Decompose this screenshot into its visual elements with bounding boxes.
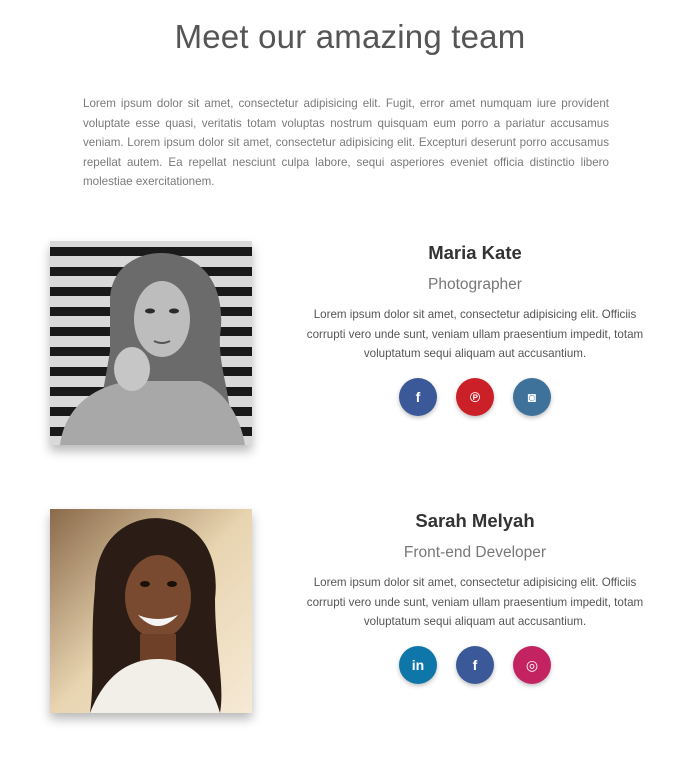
member-info: Maria Kate Photographer Lorem ipsum dolo… <box>300 241 650 416</box>
portrait-image <box>50 241 252 445</box>
facebook-button[interactable]: f <box>456 645 494 684</box>
member-photo <box>50 241 252 445</box>
dribbble-button[interactable]: ◎ <box>513 645 551 684</box>
linkedin-button[interactable]: in <box>399 645 437 684</box>
portrait-image <box>50 509 252 713</box>
member-bio: Lorem ipsum dolor sit amet, consectetur … <box>306 308 644 361</box>
member-photo <box>50 509 252 713</box>
facebook-icon: f <box>415 388 421 405</box>
intro-text: Lorem ipsum dolor sit amet, consectetur … <box>83 97 609 188</box>
linkedin-icon: in <box>411 656 425 673</box>
instagram-button[interactable]: ◙ <box>513 377 551 416</box>
social-links: in f ◎ <box>300 645 650 684</box>
member-info: Sarah Melyah Front-end Developer Lorem i… <box>300 509 650 684</box>
facebook-icon: f <box>472 656 478 673</box>
member-role: Photographer <box>428 276 522 293</box>
pinterest-button[interactable]: ℗ <box>456 377 494 416</box>
social-links: f ℗ ◙ <box>300 377 650 416</box>
pinterest-icon: ℗ <box>469 388 481 405</box>
page-title: Meet our amazing team <box>174 18 526 55</box>
member-bio: Lorem ipsum dolor sit amet, consectetur … <box>306 576 644 629</box>
instagram-icon: ◙ <box>527 388 537 405</box>
dribbble-icon: ◎ <box>525 656 539 673</box>
member-role: Front-end Developer <box>403 544 547 561</box>
facebook-button[interactable]: f <box>399 377 437 416</box>
member-name: Maria Kate <box>428 242 522 263</box>
member-name: Sarah Melyah <box>415 510 535 531</box>
